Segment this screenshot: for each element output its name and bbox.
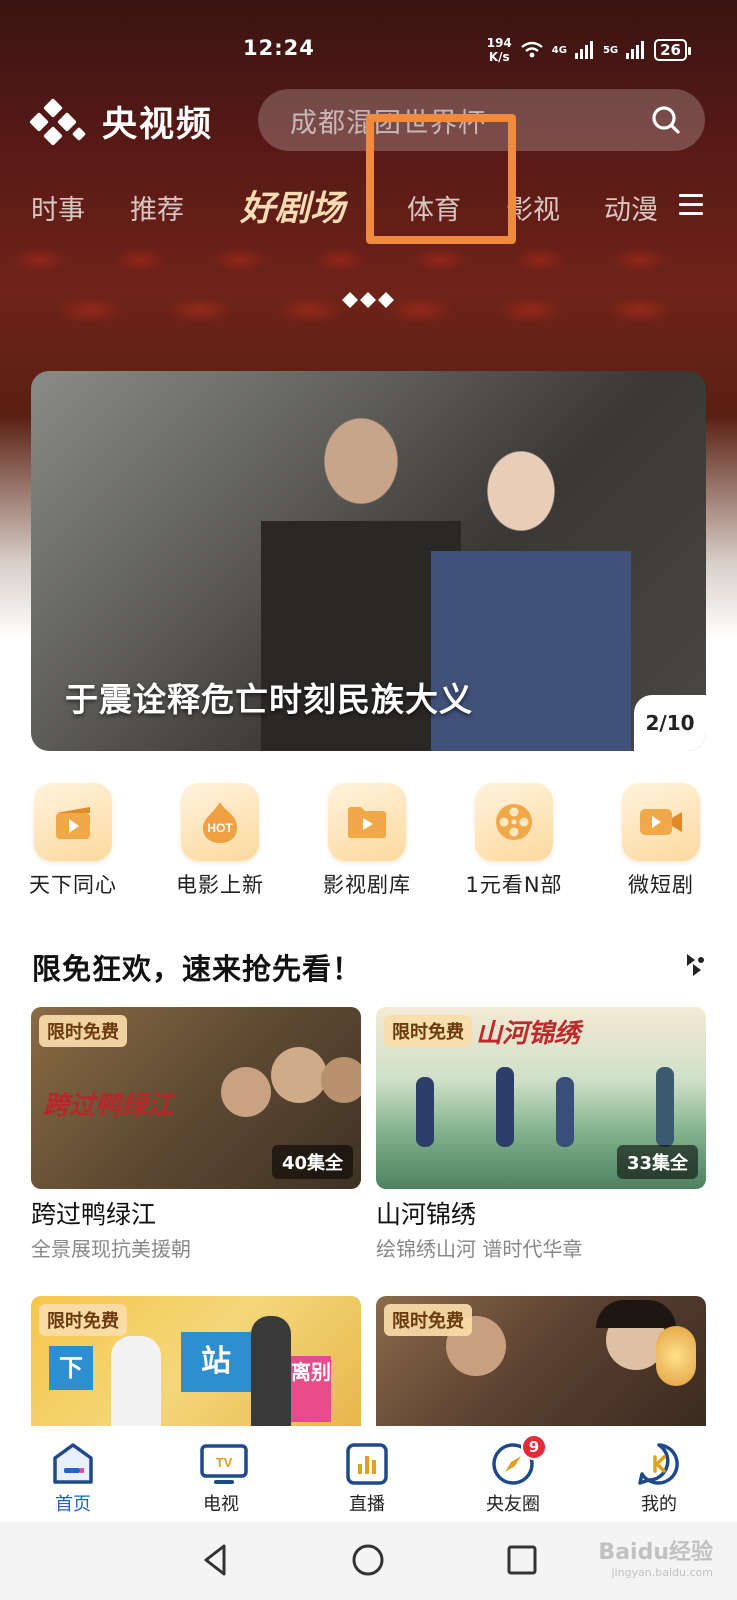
- compass-icon: 9: [491, 1434, 547, 1486]
- signal-bars-icon: [574, 41, 593, 59]
- card-poster: 下 站 离别 限时免费: [31, 1296, 361, 1428]
- poster-figure: [321, 1057, 361, 1103]
- battery-indicator: 26: [654, 39, 691, 61]
- folder-play-icon: [328, 783, 406, 861]
- tab-recommend[interactable]: 推荐: [130, 188, 184, 227]
- poster-figure: [656, 1067, 674, 1147]
- free-badge: 限时免费: [384, 1304, 472, 1336]
- nav-label: 我的: [641, 1494, 677, 1515]
- card-subtitle: 全景展现抗美援朝: [31, 1237, 191, 1261]
- poster-title-art: 山河锦绣: [476, 1019, 581, 1049]
- quick-entry-row: 天下同心 HOT 电影上新 影视剧库 1元看N部 微短剧: [0, 783, 737, 903]
- drama-card-fourth[interactable]: 限时免费: [376, 1296, 706, 1428]
- poster-sign: 站: [181, 1332, 251, 1392]
- episode-count: 33集全: [616, 1145, 698, 1179]
- poster-sign: 离别: [291, 1356, 331, 1422]
- poster-lamp: [656, 1326, 696, 1386]
- free-badge: 限时免费: [384, 1015, 472, 1047]
- featured-banner[interactable]: 于震诠释危亡时刻民族大义 2/10: [31, 371, 706, 751]
- nav-mine[interactable]: 我的: [604, 1442, 714, 1516]
- clapper-icon: [34, 783, 112, 861]
- signal-4g-label: 4G: [551, 44, 567, 56]
- app-name: 央视频: [102, 105, 214, 145]
- diamond-wave-icon: [342, 292, 394, 308]
- card-title: 跨过鸭绿江: [31, 1200, 157, 1229]
- nav-label: 直播: [349, 1494, 385, 1515]
- nav-label: 首页: [55, 1494, 91, 1515]
- poster-figure: [271, 1047, 327, 1103]
- nav-label: 电视: [203, 1494, 239, 1515]
- logo-mark-icon: [29, 97, 90, 146]
- tab-anime[interactable]: 动漫: [604, 188, 658, 227]
- tab-drama-theater[interactable]: 好剧场: [240, 180, 345, 231]
- free-badge: 限时免费: [39, 1304, 127, 1336]
- profile-icon: [637, 1442, 681, 1486]
- episode-count: 40集全: [271, 1145, 353, 1179]
- back-icon[interactable]: [198, 1542, 234, 1578]
- poster-title-art: 跨过鸭绿江: [43, 1091, 174, 1121]
- quick-label: 影视剧库: [323, 873, 411, 897]
- video-camera-icon: [622, 783, 700, 861]
- svg-text:HOT: HOT: [207, 821, 233, 835]
- live-icon: [345, 1442, 389, 1486]
- card-title: 山河锦绣: [376, 1200, 477, 1229]
- signal-5g-label: 5G: [602, 44, 619, 56]
- banner-caption: 于震诠释危亡时刻民族大义: [65, 680, 473, 719]
- poster-figure: [111, 1336, 161, 1428]
- poster-sign: 下: [49, 1346, 93, 1390]
- film-reel-icon: [475, 783, 553, 861]
- status-time: 12:24: [243, 36, 315, 60]
- nav-live[interactable]: 直播: [312, 1442, 422, 1516]
- menu-icon[interactable]: [679, 194, 703, 216]
- search-icon[interactable]: [651, 105, 681, 135]
- poster-figure: [221, 1067, 271, 1117]
- signal-bars-icon: [626, 41, 645, 59]
- card-poster: 限时免费: [376, 1296, 706, 1428]
- quick-item-micro-drama[interactable]: 微短剧: [601, 783, 721, 899]
- card-poster: 山河锦绣 限时免费 33集全: [376, 1007, 706, 1189]
- card-poster: 跨过鸭绿江 限时免费 40集全: [31, 1007, 361, 1189]
- poster-figure: [416, 1077, 434, 1147]
- annotation-highlight-box: [366, 114, 516, 244]
- quick-item-tianxia[interactable]: 天下同心: [13, 783, 133, 899]
- recents-icon[interactable]: [504, 1542, 540, 1578]
- drama-card-station[interactable]: 下 站 离别 限时免费: [31, 1296, 361, 1428]
- svg-text:TV: TV: [216, 1455, 233, 1470]
- quick-item-one-yuan[interactable]: 1元看N部: [454, 783, 574, 899]
- status-bar: 12:24 194 K/s 4G 5G 26: [0, 0, 737, 90]
- app-logo[interactable]: 央视频: [29, 96, 214, 147]
- quick-item-new-movies[interactable]: HOT 电影上新: [160, 783, 280, 899]
- nav-home[interactable]: 首页: [18, 1442, 128, 1516]
- home-button-icon[interactable]: [350, 1542, 386, 1578]
- tv-icon: TV: [199, 1442, 248, 1486]
- bottom-navigation: 首页 TV 电视 直播 9 央友圈 我的: [0, 1426, 737, 1522]
- drama-card-shanhe[interactable]: 山河锦绣 限时免费 33集全 山河锦绣 绘锦绣山河 谱时代华章: [376, 1007, 706, 1262]
- section-title: 限免狂欢，速来抢先看！: [32, 952, 363, 986]
- nav-tv[interactable]: TV 电视: [166, 1442, 276, 1516]
- poster-figure: [496, 1067, 514, 1147]
- banner-page-indicator: 2/10: [634, 695, 706, 751]
- quick-label: 电影上新: [176, 873, 264, 897]
- quick-label: 天下同心: [29, 873, 117, 897]
- quick-item-drama-library[interactable]: 影视剧库: [307, 783, 427, 899]
- poster-figure: [251, 1316, 291, 1428]
- status-indicators: 194 K/s 4G 5G 26: [486, 36, 691, 64]
- poster-figure: [596, 1300, 676, 1328]
- watermark: Baidu经验 jingyan.baidu.com: [598, 1540, 713, 1579]
- drama-card-kuaguo[interactable]: 跨过鸭绿江 限时免费 40集全 跨过鸭绿江 全景展现抗美援朝: [31, 1007, 361, 1262]
- nav-friends[interactable]: 9 央友圈: [458, 1434, 568, 1516]
- free-badge: 限时免费: [39, 1015, 127, 1047]
- network-speed: 194 K/s: [486, 36, 512, 64]
- card-subtitle: 绘锦绣山河 谱时代华章: [376, 1237, 583, 1261]
- poster-figure: [556, 1077, 574, 1147]
- more-arrow-icon[interactable]: [683, 952, 707, 978]
- notification-badge: 9: [521, 1434, 547, 1460]
- quick-label: 1元看N部: [465, 873, 563, 897]
- tab-shishi[interactable]: 时事: [31, 188, 85, 227]
- nav-label: 央友圈: [486, 1494, 540, 1515]
- wifi-icon: [521, 41, 543, 58]
- quick-label: 微短剧: [628, 873, 694, 897]
- home-icon: [51, 1442, 95, 1486]
- hot-icon: HOT: [181, 783, 259, 861]
